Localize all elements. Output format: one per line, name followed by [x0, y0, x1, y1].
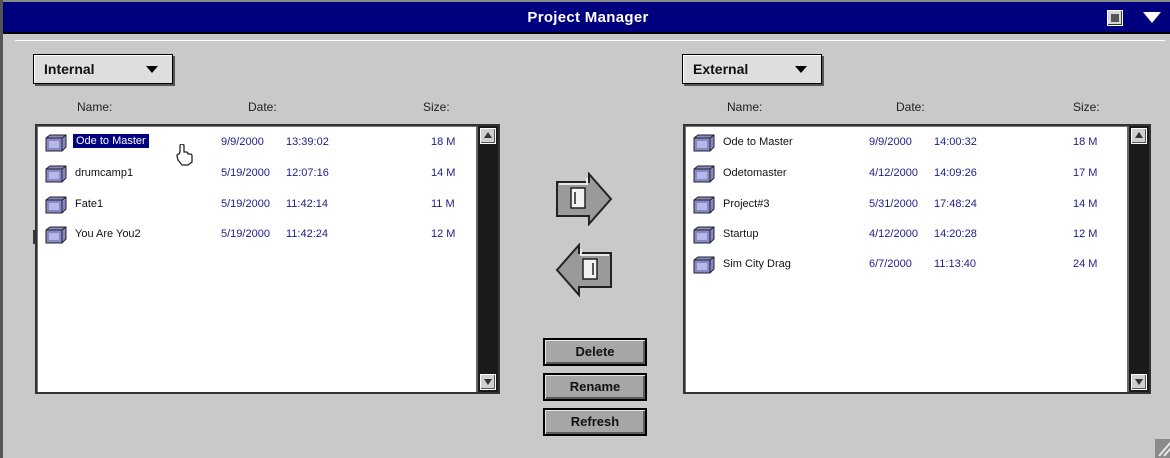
project-time: 13:39:02 [286, 136, 329, 148]
project-name: Project#3 [723, 198, 770, 210]
chevron-down-icon [795, 66, 807, 73]
list-item[interactable]: Project#3 5/31/2000 17:48:24 14 M [689, 194, 1129, 216]
project-size: 18 M [431, 136, 456, 148]
list-item[interactable]: Ode to Master 9/9/2000 13:39:02 18 M [41, 132, 481, 154]
right-name-header[interactable]: Name: [727, 100, 762, 114]
project-time: 17:48:24 [934, 198, 977, 210]
chevron-down-icon[interactable] [1143, 12, 1161, 23]
project-size: 14 M [1073, 198, 1098, 210]
folder-icon [45, 226, 67, 244]
project-time: 14:09:26 [934, 167, 977, 179]
project-date: 6/7/2000 [869, 258, 912, 270]
divider [33, 230, 36, 244]
folder-icon [693, 165, 715, 183]
project-size: 18 M [1073, 136, 1098, 148]
project-date: 9/9/2000 [869, 136, 912, 148]
project-name: Ode to Master [73, 134, 149, 148]
arrow-left-icon[interactable] [553, 243, 615, 297]
folder-icon [45, 196, 67, 214]
folder-icon [693, 196, 715, 214]
project-time: 11:13:40 [934, 258, 977, 270]
left-name-header[interactable]: Name: [77, 100, 112, 114]
list-item[interactable]: Sim City Drag 6/7/2000 11:13:40 24 M [689, 254, 1129, 276]
project-manager-window: Project Manager Internal External Name: … [0, 0, 1170, 458]
project-size: 14 M [431, 167, 456, 179]
external-location-label: External [693, 61, 749, 77]
external-location-select[interactable]: External [682, 54, 822, 84]
folder-icon [45, 165, 67, 183]
list-item[interactable]: Startup 4/12/2000 14:20:28 12 M [689, 224, 1129, 246]
project-size: 12 M [1073, 228, 1098, 240]
window-title: Project Manager [527, 9, 649, 26]
arrow-right-icon[interactable] [553, 172, 615, 226]
delete-button[interactable]: Delete [543, 338, 647, 366]
title-bar[interactable]: Project Manager [3, 0, 1170, 34]
internal-location-select[interactable]: Internal [33, 54, 173, 84]
refresh-button[interactable]: Refresh [543, 408, 647, 436]
project-size: 11 M [431, 198, 455, 210]
close-icon[interactable] [1107, 10, 1123, 26]
project-time: 12:07:16 [286, 167, 329, 179]
project-date: 5/31/2000 [869, 198, 918, 210]
resize-grip-icon[interactable] [1155, 439, 1170, 458]
project-date: 5/19/2000 [221, 228, 270, 240]
project-date: 4/12/2000 [869, 228, 918, 240]
project-name: drumcamp1 [75, 167, 134, 179]
external-project-list[interactable]: Ode to Master 9/9/2000 14:00:32 18 M Ode… [683, 124, 1151, 394]
project-date: 9/9/2000 [221, 136, 264, 148]
right-scrollbar[interactable] [1127, 126, 1149, 392]
project-size: 24 M [1073, 258, 1098, 270]
project-date: 5/19/2000 [221, 167, 270, 179]
left-size-header[interactable]: Size: [423, 100, 450, 114]
project-time: 11:42:14 [286, 198, 329, 210]
chevron-down-icon [146, 66, 158, 73]
list-item[interactable]: drumcamp1 5/19/2000 12:07:16 14 M [41, 163, 481, 185]
list-item[interactable]: You Are You2 5/19/2000 11:42:24 12 M [41, 224, 481, 246]
project-time: 11:42:24 [286, 228, 329, 240]
scroll-up-icon[interactable] [1131, 128, 1147, 144]
left-scrollbar[interactable] [476, 126, 498, 392]
project-name: Startup [723, 228, 759, 240]
internal-project-list[interactable]: Ode to Master 9/9/2000 13:39:02 18 M dru… [35, 124, 500, 394]
rename-button[interactable]: Rename [543, 373, 647, 401]
project-name: Ode to Master [723, 136, 793, 148]
scroll-up-icon[interactable] [480, 128, 496, 144]
folder-icon [693, 134, 715, 152]
project-date: 5/19/2000 [221, 198, 270, 210]
list-item[interactable]: Ode to Master 9/9/2000 14:00:32 18 M [689, 132, 1129, 154]
folder-icon [693, 226, 715, 244]
project-time: 14:00:32 [934, 136, 977, 148]
project-date: 4/12/2000 [869, 167, 918, 179]
project-size: 17 M [1073, 167, 1098, 179]
project-time: 14:20:28 [934, 228, 977, 240]
scroll-down-icon[interactable] [1131, 374, 1147, 390]
right-date-header[interactable]: Date: [896, 100, 925, 114]
right-size-header[interactable]: Size: [1073, 100, 1100, 114]
project-name: You Are You2 [75, 228, 141, 240]
folder-icon [693, 256, 715, 274]
internal-location-label: Internal [44, 61, 95, 77]
list-item[interactable]: Odetomaster 4/12/2000 14:09:26 17 M [689, 163, 1129, 185]
project-name: Fate1 [75, 198, 104, 210]
project-size: 12 M [431, 228, 456, 240]
left-date-header[interactable]: Date: [248, 100, 277, 114]
project-name: Odetomaster [723, 167, 787, 179]
scroll-down-icon[interactable] [480, 374, 496, 390]
list-item[interactable]: Fate1 5/19/2000 11:42:14 11 M [41, 194, 481, 216]
mouse-cursor-icon [176, 144, 193, 166]
project-name: Sim City Drag [723, 258, 791, 270]
folder-icon [45, 134, 67, 152]
